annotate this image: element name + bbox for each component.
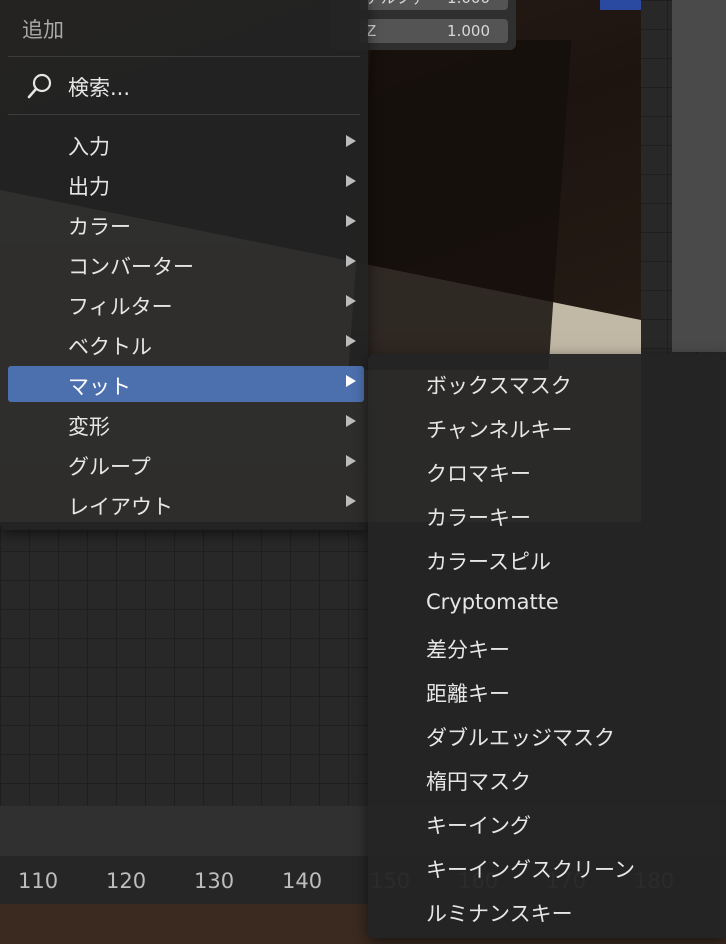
menu-item-label: 変形 [68, 415, 110, 439]
submenu-item-difference-key[interactable]: 差分キー [368, 626, 726, 666]
submenu-item-distance-key[interactable]: 距離キー [368, 670, 726, 710]
submenu-item-channel-key[interactable]: チャンネルキー [368, 406, 726, 446]
submenu-item-chroma-key[interactable]: クロマキー [368, 450, 726, 490]
backdrop-blue-strip [600, 0, 641, 10]
menu-item-label: 入力 [68, 135, 110, 159]
alpha-label: アルファ [366, 0, 426, 10]
ruler-tick: 130 [194, 869, 235, 893]
menu-item-distort[interactable]: 変形 [8, 406, 364, 442]
submenu-arrow-icon [346, 335, 356, 347]
menu-search[interactable]: 検索... [8, 66, 360, 104]
submenu-item-label: クロマキー [426, 462, 531, 486]
submenu-item-label: ルミナンスキー [426, 902, 573, 926]
submenu-item-label: 差分キー [426, 638, 510, 662]
menu-item-label: マット [68, 375, 131, 399]
submenu-item-label: 楕円マスク [426, 770, 531, 794]
menu-item-vector[interactable]: ベクトル [8, 326, 364, 362]
submenu-arrow-icon [346, 175, 356, 187]
menu-item-label: レイアウト [68, 495, 173, 519]
search-icon [27, 73, 52, 99]
menu-item-filter[interactable]: フィルター [8, 286, 364, 322]
submenu-item-keying-screen[interactable]: キーイングスクリーン [368, 846, 726, 886]
menu-divider [8, 56, 360, 57]
menu-item-input[interactable]: 入力 [8, 126, 364, 162]
menu-divider [8, 114, 360, 115]
submenu-item-double-edge-mask[interactable]: ダブルエッジマスク [368, 714, 726, 754]
alpha-value: 1.000 [447, 0, 490, 10]
submenu-item-color-spill[interactable]: カラースピル [368, 538, 726, 578]
backdrop-shadow [348, 40, 572, 370]
menu-item-layout[interactable]: レイアウト [8, 486, 364, 522]
submenu-item-label: チャンネルキー [426, 418, 573, 442]
submenu-item-color-key[interactable]: カラーキー [368, 494, 726, 534]
submenu-item-label: Cryptomatte [426, 590, 559, 614]
menu-title: 追加 [22, 18, 64, 42]
submenu-item-label: ダブルエッジマスク [426, 726, 615, 750]
ruler-tick: 120 [106, 869, 147, 893]
submenu-item-label: キーイングスクリーン [426, 858, 635, 882]
submenu-item-label: キーイング [426, 814, 531, 838]
menu-item-label: ベクトル [68, 335, 152, 359]
submenu-arrow-icon [346, 295, 356, 307]
add-menu: 追加 検索... 入力 出力 カラー コンバーター フィルター ベクトル マット… [0, 0, 368, 530]
submenu-arrow-icon [346, 135, 356, 147]
submenu-item-label: カラースピル [426, 550, 551, 574]
search-label: 検索... [68, 76, 131, 100]
menu-item-converter[interactable]: コンバーター [8, 246, 364, 282]
z-value: 1.000 [447, 22, 490, 40]
menu-item-group[interactable]: グループ [8, 446, 364, 482]
submenu-arrow-icon [346, 215, 356, 227]
menu-item-label: 出力 [68, 175, 110, 199]
submenu-item-luminance-key[interactable]: ルミナンスキー [368, 890, 726, 930]
submenu-item-ellipse-mask[interactable]: 楕円マスク [368, 758, 726, 798]
submenu-item-label: ボックスマスク [426, 374, 572, 398]
matte-submenu: ボックスマスク チャンネルキー クロマキー カラーキー カラースピル Crypt… [368, 354, 726, 938]
menu-item-label: コンバーター [68, 255, 194, 279]
submenu-arrow-icon [346, 455, 356, 467]
submenu-item-keying[interactable]: キーイング [368, 802, 726, 842]
menu-item-label: カラー [68, 215, 131, 239]
submenu-item-box-mask[interactable]: ボックスマスク [368, 362, 726, 402]
ruler-tick: 140 [282, 869, 323, 893]
submenu-item-label: 距離キー [426, 682, 510, 706]
submenu-arrow-icon [346, 255, 356, 267]
menu-item-color[interactable]: カラー [8, 206, 364, 242]
editor-sidebar [672, 0, 726, 352]
menu-item-label: フィルター [68, 295, 173, 319]
submenu-arrow-icon [346, 495, 356, 507]
ruler-tick: 110 [18, 869, 59, 893]
submenu-item-cryptomatte[interactable]: Cryptomatte [368, 582, 726, 622]
submenu-arrow-icon [346, 375, 356, 387]
menu-item-output[interactable]: 出力 [8, 166, 364, 202]
z-field[interactable]: Z 1.000 [360, 19, 508, 43]
menu-item-matte[interactable]: マット [8, 366, 364, 402]
menu-item-label: グループ [68, 455, 151, 479]
alpha-field[interactable]: アルファ 1.000 [360, 0, 508, 10]
submenu-item-label: カラーキー [426, 506, 531, 530]
submenu-arrow-icon [346, 415, 356, 427]
